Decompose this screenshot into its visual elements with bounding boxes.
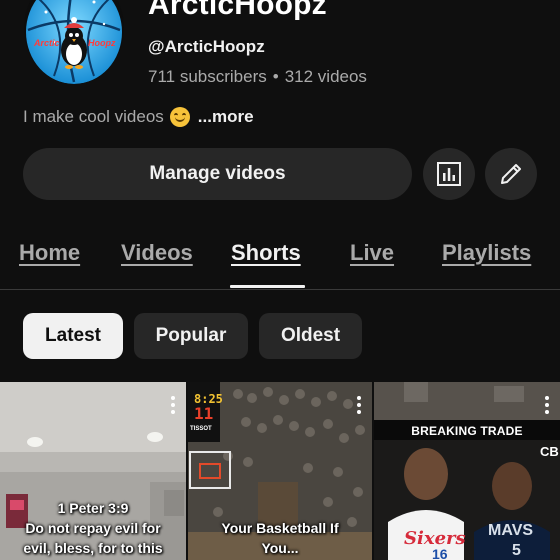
- avatar-text-left: Arctic: [34, 38, 60, 48]
- tab-playlists[interactable]: Playlists: [442, 240, 531, 266]
- smiling-emoji-icon: [169, 107, 190, 127]
- filter-latest[interactable]: Latest: [23, 313, 123, 359]
- caption-line: Your Basketball If: [221, 520, 339, 536]
- caption-line: Do not repay evil for: [25, 520, 161, 536]
- short-menu-icon[interactable]: [544, 396, 550, 416]
- short-menu-icon[interactable]: [170, 396, 176, 416]
- description-text: I make cool videos: [23, 107, 164, 126]
- tab-home[interactable]: Home: [19, 240, 80, 266]
- channel-avatar[interactable]: Arctic Hoopz: [24, 0, 124, 84]
- channel-handle: @ArcticHoopz: [148, 37, 265, 56]
- shot-clock-seconds: 11: [194, 404, 214, 423]
- channel-stats: 711 subscribers • 312 videos: [148, 67, 367, 87]
- subscriber-count: 711 subscribers: [148, 67, 267, 86]
- tab-shorts[interactable]: Shorts: [231, 240, 301, 266]
- tab-videos[interactable]: Videos: [121, 240, 193, 266]
- stats-separator: •: [272, 67, 279, 86]
- corner-logo: CB: [540, 444, 559, 459]
- channel-tabs: Home Videos Shorts Live Playlists: [0, 228, 560, 290]
- short-thumbnail[interactable]: 8:25 11 TISSOT Your Basketball If You...: [188, 382, 372, 560]
- tab-live[interactable]: Live: [350, 240, 394, 266]
- caption-line: You...: [261, 540, 299, 556]
- pencil-icon: [501, 164, 521, 184]
- manage-videos-button[interactable]: Manage videos: [23, 148, 412, 200]
- video-count: 312 videos: [284, 67, 367, 86]
- avatar-text-right: Hoopz: [88, 38, 116, 48]
- breaking-trade-headline: BREAKING TRADE: [411, 424, 523, 438]
- short-thumbnail[interactable]: BREAKING TRADE CB Sixers 16 MAVS 5: [374, 382, 560, 560]
- caption-line: 1 Peter 3:9: [57, 500, 129, 516]
- channel-description[interactable]: I make cool videos ...more: [23, 107, 254, 127]
- jersey-right-number: 5: [512, 542, 521, 559]
- jersey-left-number: 16: [432, 546, 448, 560]
- edit-channel-button[interactable]: [485, 148, 537, 200]
- active-tab-indicator: [230, 285, 305, 288]
- caption-line: evil, bless, for to this: [23, 540, 163, 556]
- filter-popular[interactable]: Popular: [134, 313, 248, 359]
- short-thumbnail[interactable]: 1 Peter 3:9 Do not repay evil for evil, …: [0, 382, 186, 560]
- short-caption: Your Basketball If You...: [188, 518, 372, 558]
- short-caption: 1 Peter 3:9 Do not repay evil for evil, …: [0, 498, 186, 558]
- bar-chart-icon: [437, 162, 461, 186]
- channel-header: Arctic Hoopz ArcticHoopz @ArcticHoopz 71…: [0, 0, 560, 100]
- jersey-right-team: MAVS: [488, 522, 534, 539]
- analytics-button[interactable]: [423, 148, 475, 200]
- more-link[interactable]: ...more: [198, 107, 254, 127]
- channel-name: ArcticHoopz: [148, 0, 327, 21]
- short-menu-icon[interactable]: [356, 396, 362, 416]
- sponsor-logo: TISSOT: [190, 426, 212, 432]
- filter-oldest[interactable]: Oldest: [259, 313, 362, 359]
